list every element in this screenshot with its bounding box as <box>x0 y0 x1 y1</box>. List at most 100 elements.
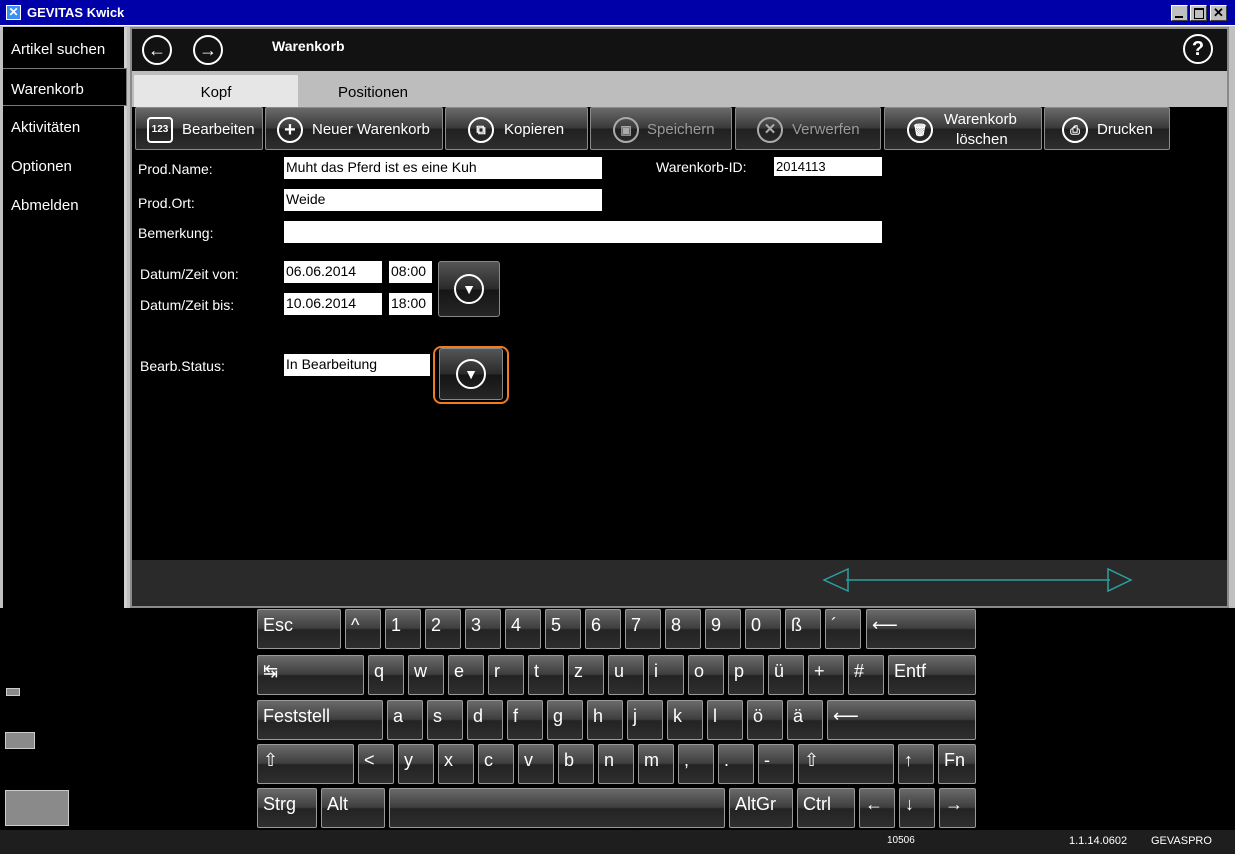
key-space[interactable] <box>389 788 725 828</box>
key[interactable]: k <box>667 700 703 740</box>
tab-positionen[interactable]: Positionen <box>298 75 448 107</box>
key[interactable]: j <box>627 700 663 740</box>
status-field[interactable]: In Bearbeitung <box>284 354 430 376</box>
key[interactable]: 6 <box>585 609 621 649</box>
sidebar-item-warenkorb[interactable]: Warenkorb <box>3 68 127 106</box>
key[interactable]: 4 <box>505 609 541 649</box>
key[interactable]: x <box>438 744 474 784</box>
key[interactable]: g <box>547 700 583 740</box>
key[interactable]: ´ <box>825 609 861 649</box>
key-shift-left[interactable]: ⇧ <box>257 744 354 784</box>
key[interactable]: y <box>398 744 434 784</box>
delete-cart-button[interactable]: 🗑 Warenkorb löschen <box>884 107 1042 150</box>
key[interactable]: 5 <box>545 609 581 649</box>
key[interactable]: e <box>448 655 484 695</box>
from-time-field[interactable]: 08:00 <box>389 261 432 283</box>
key-ctrl[interactable]: Ctrl <box>797 788 855 828</box>
key-altgr[interactable]: AltGr <box>729 788 793 828</box>
key[interactable]: q <box>368 655 404 695</box>
scroll-arrow-icon[interactable] <box>132 560 1227 606</box>
back-arrow-icon[interactable]: ← <box>142 35 172 65</box>
key[interactable]: s <box>427 700 463 740</box>
key[interactable]: # <box>848 655 884 695</box>
prod-name-field[interactable]: Muht das Pferd ist es eine Kuh <box>284 157 602 179</box>
key[interactable]: d <box>467 700 503 740</box>
key[interactable]: c <box>478 744 514 784</box>
key-esc[interactable]: Esc <box>257 609 341 649</box>
key-enter[interactable]: ⟵ <box>827 700 976 740</box>
key[interactable]: p <box>728 655 764 695</box>
key-backspace[interactable]: ⟵ <box>866 609 976 649</box>
key[interactable]: a <box>387 700 423 740</box>
key[interactable]: ^ <box>345 609 381 649</box>
key[interactable]: , <box>678 744 714 784</box>
key[interactable]: m <box>638 744 674 784</box>
key[interactable]: ß <box>785 609 821 649</box>
key[interactable]: f <box>507 700 543 740</box>
key-feststell[interactable]: Feststell <box>257 700 383 740</box>
key[interactable]: w <box>408 655 444 695</box>
key[interactable]: 1 <box>385 609 421 649</box>
close-button[interactable]: ✕ <box>1210 5 1227 21</box>
key-shift-right[interactable]: ⇧ <box>798 744 894 784</box>
key[interactable]: - <box>758 744 794 784</box>
key[interactable]: 3 <box>465 609 501 649</box>
key[interactable]: ä <box>787 700 823 740</box>
sidebar-item-optionen[interactable]: Optionen <box>3 146 127 184</box>
key-tab[interactable]: ↹ <box>257 655 364 695</box>
key[interactable]: . <box>718 744 754 784</box>
key[interactable]: z <box>568 655 604 695</box>
key[interactable]: < <box>358 744 394 784</box>
keyboard-medium-icon[interactable] <box>5 732 35 749</box>
key-alt[interactable]: Alt <box>321 788 385 828</box>
key[interactable]: 7 <box>625 609 661 649</box>
keyboard-small-icon[interactable] <box>6 688 20 696</box>
key-fn[interactable]: Fn <box>938 744 976 784</box>
key[interactable]: u <box>608 655 644 695</box>
key-strg[interactable]: Strg <box>257 788 317 828</box>
sidebar-item-artikel-suchen[interactable]: Artikel suchen <box>3 29 127 67</box>
key-down[interactable]: ↓ <box>899 788 935 828</box>
minimize-button[interactable] <box>1171 5 1188 21</box>
edit-button[interactable]: 123 Bearbeiten <box>135 107 263 150</box>
key[interactable]: l <box>707 700 743 740</box>
to-date-field[interactable]: 10.06.2014 <box>284 293 382 315</box>
key[interactable]: + <box>808 655 844 695</box>
tab-kopf[interactable]: Kopf <box>134 75 298 107</box>
key[interactable]: b <box>558 744 594 784</box>
key-up[interactable]: ↑ <box>898 744 934 784</box>
sidebar-item-abmelden[interactable]: Abmelden <box>3 185 127 223</box>
key[interactable]: 9 <box>705 609 741 649</box>
new-cart-button[interactable]: + Neuer Warenkorb <box>265 107 443 150</box>
to-time-field[interactable]: 18:00 <box>389 293 432 315</box>
key[interactable]: 2 <box>425 609 461 649</box>
from-date-field[interactable]: 06.06.2014 <box>284 261 382 283</box>
copy-button[interactable]: ⧉ Kopieren <box>445 107 588 150</box>
discard-button[interactable]: ✕ Verwerfen <box>735 107 881 150</box>
key[interactable]: ü <box>768 655 804 695</box>
key[interactable]: h <box>587 700 623 740</box>
key[interactable]: v <box>518 744 554 784</box>
key[interactable]: ö <box>747 700 783 740</box>
print-button[interactable]: ⎙ Drucken <box>1044 107 1170 150</box>
key[interactable]: i <box>648 655 684 695</box>
status-dropdown-button[interactable]: ▼ <box>439 348 503 400</box>
key[interactable]: n <box>598 744 634 784</box>
key[interactable]: 8 <box>665 609 701 649</box>
prod-ort-field[interactable]: Weide <box>284 189 602 211</box>
date-dropdown-button[interactable]: ▼ <box>438 261 500 317</box>
forward-arrow-icon[interactable]: → <box>193 35 223 65</box>
key-entf[interactable]: Entf <box>888 655 976 695</box>
key[interactable]: 0 <box>745 609 781 649</box>
key[interactable]: r <box>488 655 524 695</box>
key[interactable]: t <box>528 655 564 695</box>
key[interactable]: o <box>688 655 724 695</box>
maximize-button[interactable] <box>1190 5 1207 21</box>
save-button[interactable]: ▣ Speichern <box>590 107 732 150</box>
sidebar-item-aktivitaeten[interactable]: Aktivitäten <box>3 107 127 145</box>
key-left[interactable]: ← <box>859 788 895 828</box>
keyboard-large-icon[interactable] <box>5 790 69 826</box>
key-right[interactable]: → <box>939 788 976 828</box>
help-icon[interactable]: ? <box>1183 34 1213 64</box>
bemerkung-field[interactable] <box>284 221 882 243</box>
